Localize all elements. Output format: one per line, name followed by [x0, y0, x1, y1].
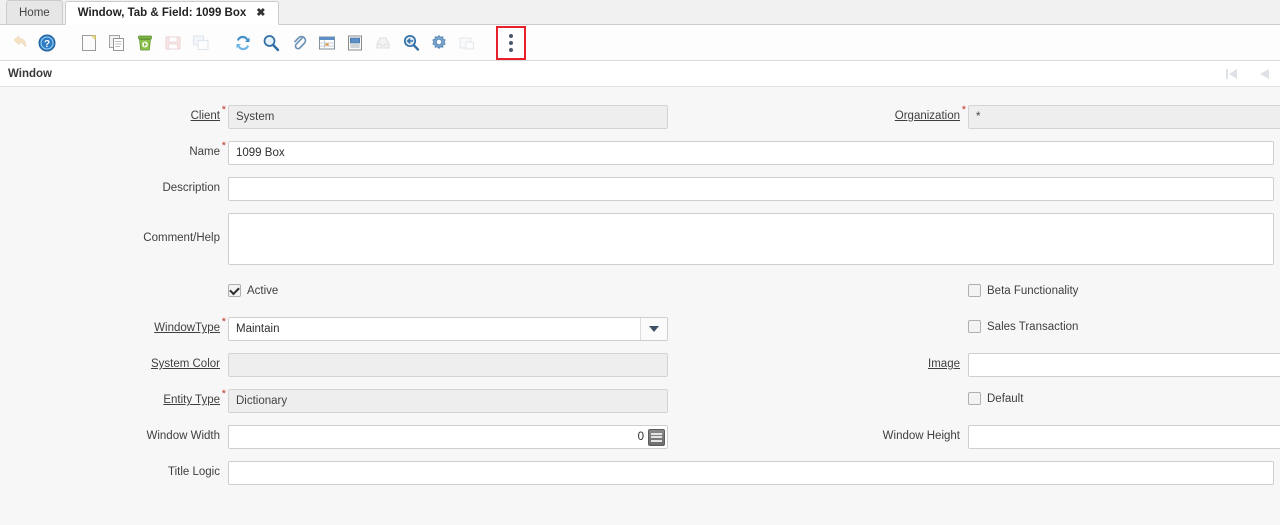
sales-transaction-checkbox-row[interactable]: Sales Transaction: [968, 317, 1078, 333]
attachment-icon[interactable]: [286, 30, 312, 56]
tab-close-icon[interactable]: ✖: [256, 7, 265, 19]
help-icon[interactable]: ?: [34, 30, 60, 56]
window-width-value: 0: [637, 431, 644, 443]
comment-help-label: Comment/Help: [143, 232, 220, 244]
title-logic-field[interactable]: [228, 461, 1274, 485]
browser-tab-bar: Home Window, Tab & Field: 1099 Box ✖: [0, 0, 1280, 25]
main-toolbar: ?: [0, 25, 1280, 61]
toolbar-separator-1: [62, 42, 74, 43]
windowtype-label[interactable]: WindowType: [0, 316, 228, 334]
form-spacer: [0, 271, 1280, 281]
form-row-comment-help: Comment/Help: [0, 213, 1280, 271]
window-height-field[interactable]: [968, 425, 1280, 449]
sales-transaction-label: Sales Transaction: [987, 320, 1079, 333]
window-form: Client System Organization * Name 1099 B…: [0, 87, 1280, 525]
form-row-title-logic: Title Logic: [0, 461, 1280, 497]
form-row-description: Description: [0, 177, 1280, 213]
description-field[interactable]: [228, 177, 1274, 201]
refresh-icon[interactable]: [230, 30, 256, 56]
copy-record-icon[interactable]: [104, 30, 130, 56]
sales-transaction-checkbox[interactable]: [968, 320, 981, 333]
form-row-active-beta: Active Beta Functionality: [0, 281, 1280, 317]
active-checkbox[interactable]: [228, 284, 241, 297]
form-row-client-organization: Client System Organization *: [0, 104, 1280, 141]
delete-record-icon[interactable]: [132, 30, 158, 56]
svg-text:?: ?: [44, 39, 50, 50]
name-field[interactable]: 1099 Box: [228, 141, 1274, 165]
active-label: Active: [247, 284, 279, 297]
form-row-windowtype-sales: WindowType Maintain Sales Transaction: [0, 316, 1280, 353]
entity-type-label[interactable]: Entity Type: [0, 388, 228, 406]
three-dots-icon: [509, 33, 513, 52]
beta-functionality-checkbox[interactable]: [968, 284, 981, 297]
system-color-label[interactable]: System Color: [0, 353, 228, 370]
export-icon[interactable]: [454, 30, 480, 56]
window-width-label: Window Width: [146, 430, 221, 442]
default-checkbox-row[interactable]: Default: [968, 389, 1023, 405]
windowtype-value: Maintain: [236, 323, 280, 335]
form-row-name: Name 1099 Box: [0, 140, 1280, 177]
toolbar-separator-2: [216, 42, 228, 43]
entity-type-field[interactable]: Dictionary: [228, 389, 668, 413]
save-icon[interactable]: [160, 30, 186, 56]
window-width-field[interactable]: 0: [228, 425, 668, 449]
undo-icon[interactable]: [6, 30, 32, 56]
chevron-down-icon[interactable]: [640, 318, 667, 340]
report-icon[interactable]: [342, 30, 368, 56]
page-title: Window: [8, 67, 52, 80]
organization-label[interactable]: Organization: [668, 104, 968, 122]
new-record-icon[interactable]: [76, 30, 102, 56]
first-record-icon[interactable]: [1224, 66, 1240, 82]
find-icon[interactable]: [258, 30, 284, 56]
default-checkbox[interactable]: [968, 392, 981, 405]
form-row-window-width-height: Window Width 0 Window Height: [0, 425, 1280, 461]
beta-functionality-label: Beta Functionality: [987, 284, 1079, 297]
description-label: Description: [162, 182, 220, 194]
window-height-label: Window Height: [882, 430, 960, 442]
record-navigation: [1224, 66, 1272, 82]
form-row-systemcolor-image: System Color Image: [0, 353, 1280, 389]
tab-window-tab-field-label: Window, Tab & Field: 1099 Box: [77, 7, 247, 19]
system-color-field[interactable]: [228, 353, 668, 377]
client-field[interactable]: System: [228, 105, 668, 129]
previous-record-icon[interactable]: [1256, 66, 1272, 82]
grid-toggle-icon[interactable]: [314, 30, 340, 56]
organization-field[interactable]: *: [968, 105, 1280, 129]
calculator-icon[interactable]: [648, 428, 665, 446]
save-create-new-icon[interactable]: [188, 30, 214, 56]
client-label[interactable]: Client: [0, 104, 228, 122]
toolbar-overflow-menu-button[interactable]: [496, 25, 526, 60]
preference-icon[interactable]: [426, 30, 452, 56]
beta-functionality-checkbox-row[interactable]: Beta Functionality: [968, 281, 1078, 297]
windowtype-select[interactable]: Maintain: [228, 317, 668, 341]
default-label: Default: [987, 392, 1024, 405]
active-checkbox-row[interactable]: Active: [228, 281, 278, 297]
image-label[interactable]: Image: [668, 353, 968, 370]
title-logic-label: Title Logic: [168, 466, 220, 478]
tab-home-label: Home: [19, 6, 50, 19]
image-field[interactable]: [968, 353, 1280, 377]
tab-home[interactable]: Home: [6, 0, 63, 24]
archive-icon[interactable]: [370, 30, 396, 56]
zoom-across-icon[interactable]: [398, 30, 424, 56]
form-row-entitytype-default: Entity Type Dictionary Default: [0, 388, 1280, 425]
tab-window-tab-field[interactable]: Window, Tab & Field: 1099 Box ✖: [64, 1, 279, 25]
section-header: Window: [0, 61, 1280, 87]
name-label: Name: [0, 140, 228, 158]
comment-help-field[interactable]: [228, 213, 1274, 265]
